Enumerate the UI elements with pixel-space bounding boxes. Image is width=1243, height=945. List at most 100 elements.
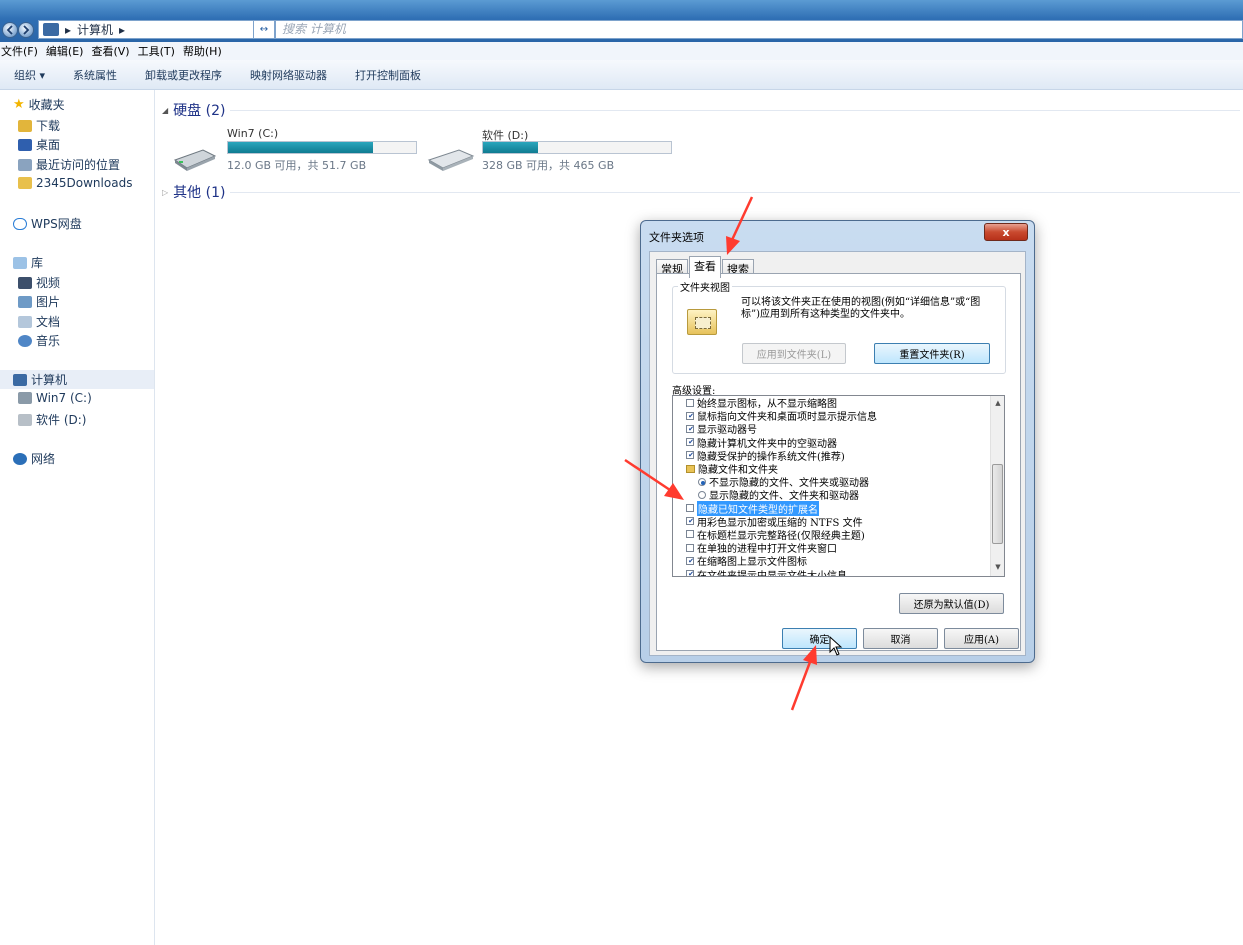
drive-c[interactable]: Win7 (C:) 12.0 GB 可用，共 51.7 GB	[227, 127, 427, 175]
checkbox[interactable]	[686, 438, 695, 447]
library-icon	[13, 256, 27, 269]
close-icon: x	[1002, 225, 1010, 239]
advanced-settings-list[interactable]: 始终显示图标，从不显示缩略图鼠标指向文件夹和桌面项时显示提示信息显示驱动器号隐藏…	[672, 395, 1005, 577]
computer-icon	[43, 23, 59, 36]
folder-icon	[18, 177, 32, 189]
nav-computer[interactable]: 计算机	[0, 370, 154, 389]
map-network-drive-button[interactable]: 映射网络驱动器	[250, 67, 327, 83]
ok-button[interactable]: 确定	[782, 628, 857, 649]
nav-drive-d[interactable]: 软件 (D:)	[18, 411, 86, 428]
setting-row[interactable]: 隐藏已知文件类型的扩展名	[673, 500, 991, 516]
uninstall-program-button[interactable]: 卸载或更改程序	[145, 67, 222, 83]
radio-button[interactable]	[698, 477, 706, 486]
address-input[interactable]: ▸ 计算机 ▸	[38, 20, 254, 39]
nav-wps[interactable]: WPS网盘	[13, 215, 82, 232]
setting-row[interactable]: 在文件夹提示中显示文件大小信息	[673, 567, 991, 576]
menu-tools[interactable]: 工具(T)	[137, 43, 176, 59]
nav-label: Win7 (C:)	[36, 391, 92, 405]
star-icon: ★	[13, 97, 25, 112]
checkbox[interactable]	[686, 530, 694, 539]
drive-info: 328 GB 可用，共 465 GB	[482, 159, 615, 172]
checkbox[interactable]	[686, 424, 695, 433]
nav-desktop[interactable]: 桌面	[18, 136, 60, 153]
folder-views-description: 可以将该文件夹正在使用的视图(例如“详细信息”或“图标”)应用到所有这种类型的文…	[741, 297, 981, 320]
nav-label: 文档	[36, 315, 61, 329]
mouse-cursor-icon	[829, 636, 843, 656]
nav-documents[interactable]: 文档	[18, 313, 60, 330]
drive-d[interactable]: 软件 (D:) 328 GB 可用，共 465 GB	[482, 127, 682, 175]
refresh-button[interactable]: ↔	[253, 20, 275, 39]
scroll-up-icon[interactable]: ▲	[991, 396, 1004, 410]
nav-pictures[interactable]: 图片	[18, 293, 60, 310]
apply-button[interactable]: 应用(A)	[944, 628, 1019, 649]
setting-row[interactable]: 显示隐藏的文件、文件夹和驱动器	[673, 488, 991, 502]
nav-label: 软件 (D:)	[36, 413, 87, 427]
nav-downloads[interactable]: 下载	[18, 117, 60, 134]
setting-row[interactable]: 隐藏计算机文件夹中的空驱动器	[673, 436, 991, 450]
expand-icon: ▷	[162, 187, 169, 197]
menu-edit[interactable]: 编辑(E)	[45, 43, 85, 59]
apply-to-folders-button[interactable]: 应用到文件夹(L)	[742, 343, 846, 364]
nav-drive-c[interactable]: Win7 (C:)	[18, 391, 92, 405]
checkbox[interactable]	[686, 517, 695, 526]
setting-row[interactable]: 隐藏受保护的操作系统文件(推荐)	[673, 449, 991, 463]
nav-label: 收藏夹	[28, 98, 65, 112]
tab-view[interactable]: 查看	[689, 256, 721, 278]
scroll-thumb[interactable]	[992, 464, 1003, 544]
nav-recent[interactable]: 最近访问的位置	[18, 156, 120, 173]
restore-defaults-button[interactable]: 还原为默认值(D)	[899, 593, 1004, 614]
drive-info: 12.0 GB 可用，共 51.7 GB	[227, 159, 367, 172]
setting-row[interactable]: 显示驱动器号	[673, 422, 991, 436]
nav-video[interactable]: 视频	[18, 274, 60, 291]
menu-help[interactable]: 帮助(H)	[182, 43, 223, 59]
scroll-down-icon[interactable]: ▼	[991, 560, 1004, 574]
nav-favorites[interactable]: ★ 收藏夹	[13, 96, 65, 113]
setting-row[interactable]: 在缩略图上显示文件图标	[673, 554, 991, 568]
checkbox[interactable]	[686, 451, 695, 460]
open-control-panel-button[interactable]: 打开控制面板	[355, 67, 421, 83]
checkbox[interactable]	[686, 398, 694, 407]
nav-music[interactable]: 音乐	[18, 332, 60, 349]
checkbox[interactable]	[686, 411, 695, 420]
scrollbar[interactable]: ▲ ▼	[990, 396, 1004, 576]
setting-row[interactable]: 鼠标指向文件夹和桌面项时显示提示信息	[673, 409, 991, 423]
search-input[interactable]: 搜索 计算机	[275, 20, 1243, 39]
organize-button[interactable]: 组织 ▾	[14, 67, 45, 83]
reset-folders-button[interactable]: 重置文件夹(R)	[874, 343, 990, 364]
setting-row[interactable]: 不显示隐藏的文件、文件夹或驱动器	[673, 475, 991, 489]
hard-drive-icon	[173, 149, 217, 171]
group-header-other[interactable]: ▷ 其他 (1)	[162, 182, 1241, 202]
checkbox[interactable]	[686, 543, 694, 552]
address-bar: ▸ 计算机 ▸ ↔ 搜索 计算机	[0, 0, 1243, 42]
nav-library[interactable]: 库	[13, 254, 43, 271]
checkbox[interactable]	[686, 556, 695, 565]
setting-row[interactable]: 用彩色显示加密或压缩的 NTFS 文件	[673, 515, 991, 529]
nav-label: 下载	[36, 119, 61, 133]
cancel-button[interactable]: 取消	[863, 628, 938, 649]
dialog-body: 常规 查看 搜索 文件夹视图 可以将该文件夹正在使用的视图(例如“详细信息”或“…	[649, 251, 1026, 656]
group-title: 硬盘 (2)	[173, 103, 226, 119]
forward-button[interactable]	[18, 22, 34, 38]
download-folder-icon	[18, 119, 32, 132]
back-button[interactable]	[2, 22, 18, 38]
nav-2345downloads[interactable]: 2345Downloads	[18, 176, 132, 190]
checkbox[interactable]	[686, 504, 694, 513]
system-properties-button[interactable]: 系统属性	[73, 67, 117, 83]
arrow-right-icon	[23, 25, 30, 35]
setting-row[interactable]: 在单独的进程中打开文件夹窗口	[673, 541, 991, 555]
breadcrumb-computer[interactable]: 计算机	[77, 21, 113, 38]
close-button[interactable]: x	[984, 223, 1028, 241]
menu-file[interactable]: 文件(F)	[0, 43, 39, 59]
checkbox[interactable]	[686, 570, 695, 576]
folder-options-dialog: 文件夹选项 x 常规 查看 搜索 文件夹视图 可以将该文件夹正在使用的视图(例如…	[640, 220, 1035, 663]
setting-row[interactable]: 始终显示图标，从不显示缩略图	[673, 396, 991, 410]
collapse-icon: ◢	[162, 105, 169, 115]
group-header-disks[interactable]: ◢ 硬盘 (2)	[162, 100, 1241, 120]
nav-network[interactable]: 网络	[13, 450, 55, 467]
hard-drive-icon	[427, 149, 475, 171]
menu-view[interactable]: 查看(V)	[90, 43, 130, 59]
drive-icon	[18, 413, 32, 426]
radio-button[interactable]	[698, 490, 706, 499]
setting-row[interactable]: 隐藏文件和文件夹	[673, 462, 991, 476]
setting-row[interactable]: 在标题栏显示完整路径(仅限经典主题)	[673, 528, 991, 542]
